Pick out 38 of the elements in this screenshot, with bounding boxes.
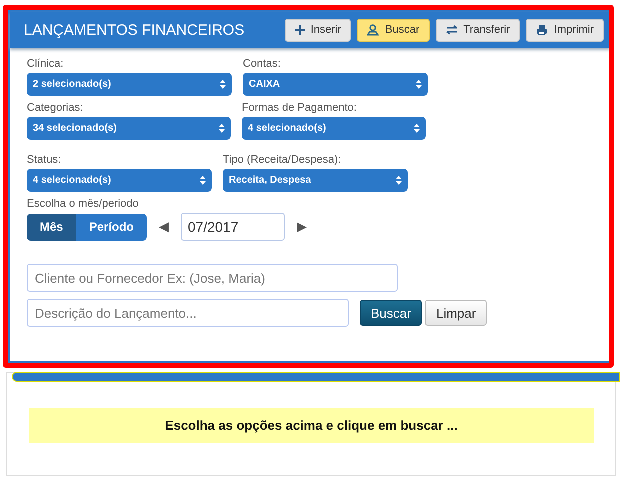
sort-icon [396,176,402,185]
toolbar-button[interactable]: Inserir [284,18,352,42]
info-message: Escolha as opções acima e clique em buscar ... [29,408,594,443]
toolbar-button[interactable]: Transferir [436,18,520,42]
field-label: Contas: [243,58,282,70]
field-label: Clínica: [27,58,65,70]
sort-icon [416,80,422,89]
select-dropdown[interactable]: Receita, Despesa [223,169,408,192]
sort-icon [219,124,225,133]
date-field[interactable]: 07/2017 [181,213,286,241]
transfer-icon [446,25,458,35]
select-dropdown[interactable]: 2 selecionado(s) [27,73,232,96]
plus-icon [294,25,305,35]
client-field[interactable]: Cliente ou Fornecedor Ex: (Jose, Maria) [27,264,398,292]
clear-button[interactable]: Limpar [425,300,488,326]
mode-toggle[interactable]: Período [76,214,148,240]
select-dropdown[interactable]: 34 selecionado(s) [27,117,231,140]
user-icon [367,24,380,36]
field-label: Tipo (Receita/Despesa): [223,154,342,166]
select-dropdown[interactable]: CAIXA [243,73,428,96]
select-dropdown[interactable]: 4 selecionado(s) [27,169,212,192]
search-button[interactable]: Buscar [360,300,422,326]
next-button[interactable]: ▶ [297,220,308,234]
field-label: Formas de Pagamento: [242,102,358,114]
sort-icon [414,124,420,133]
description-field[interactable]: Descrição do Lançamento... [27,299,349,327]
toolbar-button[interactable]: Buscar [357,18,430,42]
sort-icon [200,176,206,185]
field-label: Status: [27,154,62,166]
select-dropdown[interactable]: 4 selecionado(s) [242,117,426,140]
field-label: Escolha o mês/periodo [27,198,140,210]
sort-icon [220,80,226,89]
previous-button[interactable]: ◀ [159,220,170,234]
mode-toggle[interactable]: Mês [27,214,76,240]
field-label: Categorias: [27,102,84,114]
panel-title: LANÇAMENTOS FINANCEIROS [24,22,246,38]
toolbar-button[interactable]: Imprimir [526,18,604,42]
printer-icon [536,24,548,36]
